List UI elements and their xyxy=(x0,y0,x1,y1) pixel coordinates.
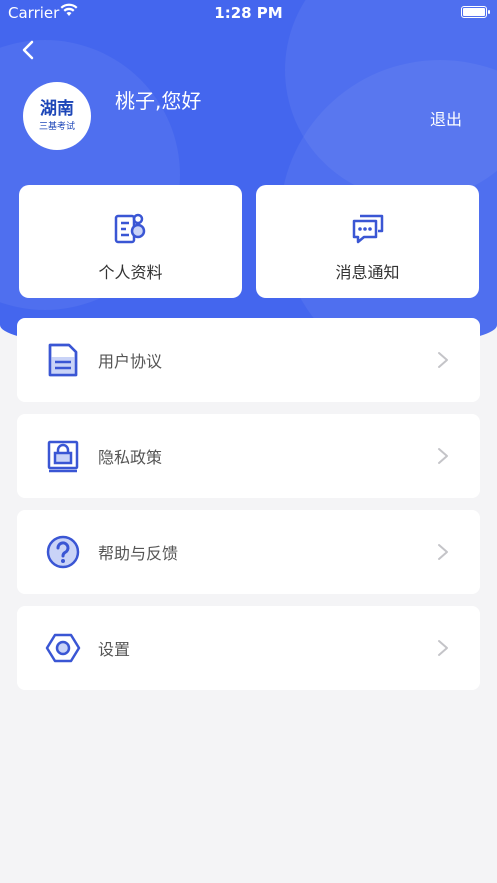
menu-item-help-feedback[interactable]: 帮助与反馈 xyxy=(17,510,480,594)
profile-icon xyxy=(114,213,145,244)
chevron-right-icon xyxy=(438,352,448,368)
status-bar: Carrier 1:28 PM xyxy=(0,0,497,26)
menu-item-label: 用户协议 xyxy=(98,352,163,371)
header-background xyxy=(0,0,497,355)
menu-item-label: 设置 xyxy=(98,640,131,659)
back-arrow-icon[interactable] xyxy=(14,36,42,64)
message-card[interactable]: 消息通知 xyxy=(256,185,479,298)
message-card-label: 消息通知 xyxy=(335,263,400,282)
message-icon xyxy=(352,214,383,244)
clock: 1:28 PM xyxy=(214,4,283,22)
avatar-logo-subtitle: 三基考试 xyxy=(38,122,75,132)
battery-icon xyxy=(461,6,490,18)
lock-icon xyxy=(47,440,79,473)
chevron-right-icon xyxy=(438,448,448,464)
document-icon xyxy=(48,343,78,377)
settings-icon xyxy=(45,633,81,663)
avatar-logo-title: 湖南 xyxy=(40,99,74,119)
help-icon xyxy=(46,535,80,569)
menu-item-label: 隐私政策 xyxy=(98,448,163,467)
chevron-right-icon xyxy=(438,544,448,560)
menu-item-label: 帮助与反馈 xyxy=(98,544,179,563)
menu-item-settings[interactable]: 设置 xyxy=(17,606,480,690)
logout-button[interactable]: 退出 xyxy=(430,106,462,130)
profile-card-label: 个人资料 xyxy=(98,263,163,282)
menu-item-privacy-policy[interactable]: 隐私政策 xyxy=(17,414,480,498)
greeting-text: 桃子,您好 xyxy=(115,89,202,113)
chevron-right-icon xyxy=(438,640,448,656)
menu-item-user-agreement[interactable]: 用户协议 xyxy=(17,318,480,402)
avatar[interactable]: 湖南 三基考试 xyxy=(23,82,91,150)
profile-card[interactable]: 个人资料 xyxy=(19,185,242,298)
